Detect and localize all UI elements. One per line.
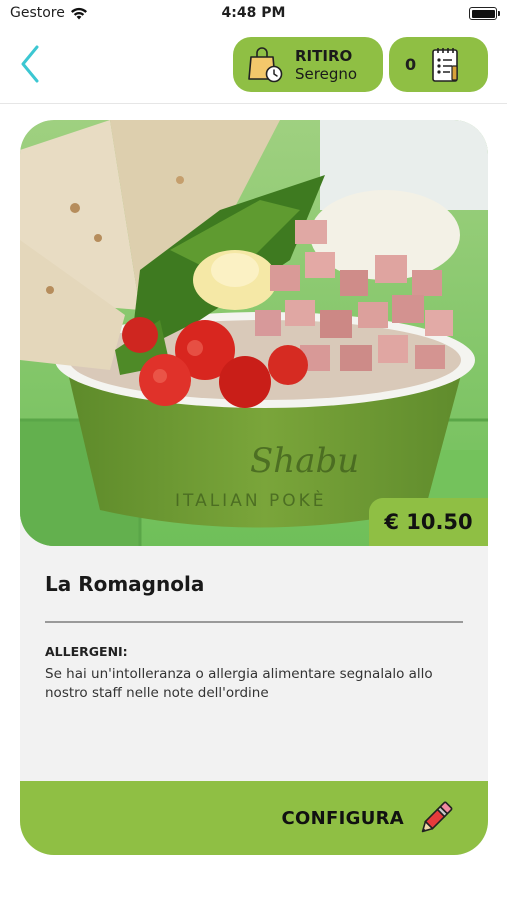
pickup-location: Seregno (295, 64, 358, 83)
bowl-brand: Shabu (250, 441, 359, 481)
configure-label: CONFIGURA (281, 807, 404, 829)
pencil-icon (421, 801, 453, 833)
pickup-text: RITIRO Seregno (295, 47, 357, 83)
order-list-icon (432, 47, 458, 82)
chevron-left-icon (21, 45, 39, 83)
status-bar: Gestore 4:48 PM (0, 0, 507, 28)
status-time: 4:48 PM (221, 5, 286, 21)
poke-bowl-image: Shabu ITALIAN POKÈ (20, 120, 488, 546)
pickup-location-button[interactable]: RITIRO Seregno (233, 37, 383, 92)
allergens-text: Se hai un'intolleranza o allergia alimen… (45, 666, 433, 701)
product-card: Shabu ITALIAN POKÈ € 10.50 La Romagnola … (20, 120, 488, 855)
shopping-bag-clock-icon (248, 46, 283, 82)
product-photo: Shabu ITALIAN POKÈ (20, 120, 488, 546)
allergens-title: ALLERGENI: (45, 644, 128, 659)
product-name: La Romagnola (45, 572, 205, 596)
back-button[interactable] (14, 44, 46, 84)
order-cart-button[interactable]: 0 (389, 37, 488, 92)
top-header: RITIRO Seregno 0 (0, 28, 507, 104)
divider (45, 621, 463, 623)
price-badge: € 10.50 (369, 498, 488, 546)
pickup-title: RITIRO (295, 46, 353, 65)
battery-icon (469, 7, 500, 20)
configure-button[interactable]: CONFIGURA (20, 781, 488, 855)
cart-count: 0 (405, 55, 417, 74)
bowl-subtitle: ITALIAN POKÈ (175, 489, 326, 511)
